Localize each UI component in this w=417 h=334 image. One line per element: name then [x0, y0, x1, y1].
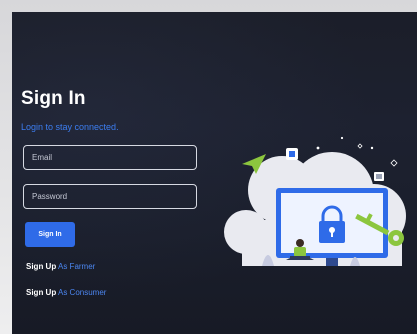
signup-farmer-strong: Sign Up — [26, 262, 57, 271]
page-title: Sign In — [21, 88, 86, 109]
signin-button[interactable]: Sign In — [25, 222, 75, 247]
sparkle-diamond — [357, 143, 363, 149]
signup-consumer-strong: Sign Up — [26, 288, 57, 297]
sparkle-dot — [370, 146, 374, 150]
floating-window-inner — [289, 151, 295, 157]
security-lock-illustration — [224, 136, 406, 266]
page-subtitle: Login to stay connected. — [21, 122, 119, 132]
signup-consumer-role: As Consumer — [58, 288, 107, 297]
email-input[interactable] — [23, 145, 197, 170]
sparkle-dot — [316, 146, 320, 150]
signup-farmer-link[interactable]: Sign Up As Farmer — [26, 262, 95, 271]
signup-farmer-role: As Farmer — [58, 262, 96, 271]
login-screen: Sign In Login to stay connected. Sign In… — [12, 12, 417, 334]
floating-card-inner — [376, 174, 382, 179]
sparkle-diamond — [390, 159, 398, 167]
signup-consumer-link[interactable]: Sign Up As Consumer — [26, 288, 106, 297]
password-input[interactable] — [23, 184, 197, 209]
sparkle-dot — [340, 136, 344, 140]
